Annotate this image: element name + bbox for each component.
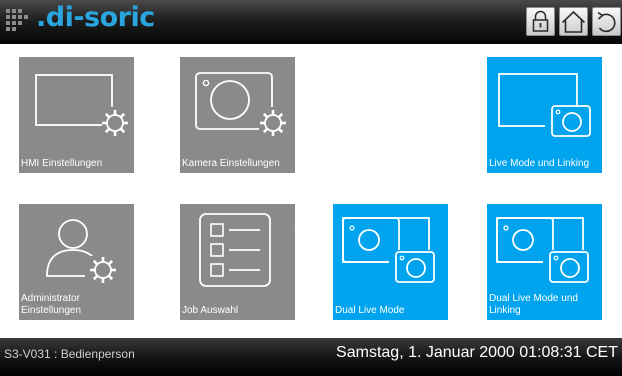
status-bar: S3-V031 : Bedienperson Samstag, 1. Janua… (0, 338, 622, 376)
back-button[interactable] (592, 7, 621, 36)
logo-text: .di-soric (36, 2, 155, 33)
datetime-display: Samstag, 1. Januar 2000 01:08:31 CET (336, 344, 618, 361)
monitor-camera-icon (498, 73, 597, 137)
tile-live-mode-linking[interactable]: Live Mode und Linking (487, 57, 602, 173)
tile-label: Kamera Einstellungen (182, 158, 280, 169)
tile-badge: 32 (294, 226, 295, 232)
logo-grid-icon (6, 9, 28, 31)
tile-dual-live-mode-linking[interactable]: Dual Live Mode und Linking (487, 204, 602, 320)
tile-dual-live-mode[interactable]: Dual Live Mode (333, 204, 448, 320)
tile-admin-settings[interactable]: Administrator Einstellungen (19, 204, 134, 320)
tile-hmi-settings[interactable]: HMI Einstellungen (19, 57, 134, 173)
camera-gear-icon (195, 72, 288, 138)
undo-icon (597, 11, 616, 33)
tile-label: Dual Live Mode und Linking (489, 293, 578, 316)
home-icon (561, 10, 586, 33)
tile-label: Administrator Einstellungen (21, 293, 82, 316)
tile-job-selection[interactable]: 32 Job Auswahl (180, 204, 295, 320)
user-status: S3-V031 : Bedienperson (4, 347, 135, 361)
checklist-icon (199, 213, 271, 287)
lock-button[interactable] (526, 7, 555, 36)
tile-label: Dual Live Mode (335, 305, 405, 316)
home-button[interactable] (559, 7, 588, 36)
lock-icon (532, 10, 549, 32)
top-bar: .di-soric (0, 0, 622, 44)
tile-camera-settings[interactable]: Kamera Einstellungen (180, 57, 295, 173)
monitor-gear-icon (35, 74, 130, 138)
tile-label: HMI Einstellungen (21, 158, 103, 169)
tile-label: Live Mode und Linking (489, 158, 590, 169)
tile-label: Job Auswahl (182, 305, 239, 316)
dual-camera-icon (342, 217, 441, 284)
